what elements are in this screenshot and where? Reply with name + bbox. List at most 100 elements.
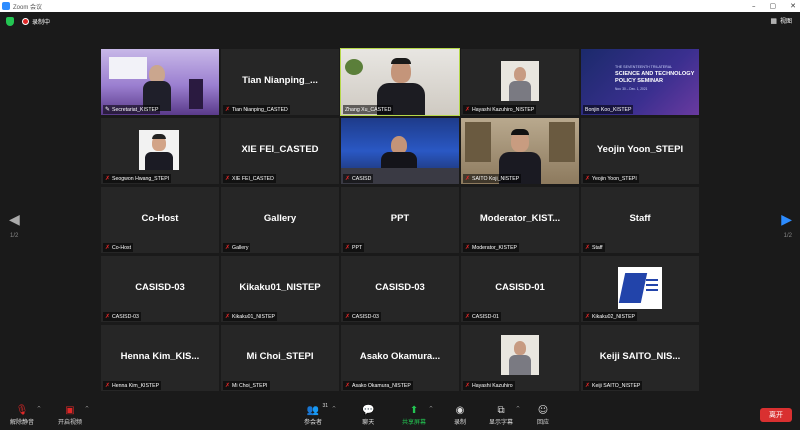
participant-tile[interactable]: ✗ Seogwon Hwang_STEPI [101, 118, 219, 184]
participant-label: ✗ Keiji SAITO_NISTEP [583, 381, 643, 390]
pin-icon: ✎ [105, 106, 111, 113]
mic-muted-icon: ✗ [585, 175, 591, 182]
participant-display-name: Kikaku01_NISTEP [239, 282, 321, 293]
participant-label: ✗ CASISD [343, 174, 374, 183]
participant-tile[interactable]: Staff ✗ Staff [581, 187, 699, 253]
participant-tile[interactable]: THE SEVENTEENTH TRILATERAL SCIENCE AND T… [581, 49, 699, 115]
record-button[interactable]: ◉ 录制 [454, 404, 466, 426]
page-indicator-right: 1/2 [783, 233, 792, 239]
gallery-grid: ✎ Secretariat_KISTEP Tian Nianping_... ✗… [101, 48, 699, 391]
participant-tile[interactable]: Moderator_KIST... ✗ Moderator_KISTEP [461, 187, 579, 253]
participant-tile[interactable]: Keiji SAITO_NIS... ✗ Keiji SAITO_NISTEP [581, 325, 699, 391]
participants-button[interactable]: 👥 31 参会者 ^ [304, 403, 336, 426]
participant-tile[interactable]: ✗ CASISD [341, 118, 459, 184]
participant-tile[interactable]: Co-Host ✗ Co-Host [101, 187, 219, 253]
participant-label: ✗ Kikaku01_NISTEP [223, 312, 277, 321]
recording-indicator[interactable]: 录制中 [22, 17, 50, 26]
unmute-button[interactable]: 🎙 解除静音 ^ [10, 404, 41, 426]
participant-name: Seogwon Hwang_STEPI [112, 175, 170, 182]
participant-label: ✗ CASISD-03 [343, 312, 381, 321]
shield-icon[interactable] [6, 16, 14, 26]
prev-page-arrow-icon[interactable]: ◀ [9, 212, 20, 228]
participant-tile[interactable]: Gallery ✗ Gallery [221, 187, 339, 253]
participant-tile[interactable]: ✗ Kikaku02_NISTEP [581, 256, 699, 322]
start-video-button[interactable]: ▣ 开启视频 ^ [58, 404, 89, 426]
chat-button[interactable]: 💬 聊天 [362, 404, 374, 426]
participant-tile[interactable]: ✗ SAITO Koji_NISTEP [461, 118, 579, 184]
participant-tile[interactable]: XIE FEI_CASTED ✗ XIE FEI_CASTED [221, 118, 339, 184]
mic-muted-icon: ✗ [345, 313, 351, 320]
participant-tile[interactable]: PPT ✗ PPT [341, 187, 459, 253]
participant-name: CASISD [352, 175, 372, 182]
participant-tile[interactable]: Yeojin Yoon_STEPI ✗ Yeojin Yoon_STEPI [581, 118, 699, 184]
participants-label: 参会者 [304, 420, 323, 426]
participant-name: Co-Host [112, 244, 132, 251]
view-label: 视图 [779, 19, 792, 25]
participant-label: ✗ Hayashi Kazuhiro [463, 381, 515, 390]
participant-label: ✗ PPT [343, 243, 365, 252]
participant-name: SAITO Koji_NISTEP [472, 175, 520, 182]
participant-label: ✗ Co-Host [103, 243, 134, 252]
participant-label: ✗ Gallery [223, 243, 251, 252]
next-page-arrow-icon[interactable]: ▶ [781, 212, 792, 228]
participant-name: CASISD-03 [112, 313, 139, 320]
mic-muted-icon: ✗ [225, 175, 231, 182]
participant-label: ✗ Tian Nianping_CASTED [223, 105, 290, 114]
slide-line-3: POLICY SEMINAR [615, 78, 664, 84]
participant-tile[interactable]: CASISD-03 ✗ CASISD-03 [341, 256, 459, 322]
bookshelf [549, 122, 575, 162]
chevron-up-icon[interactable]: ^ [332, 406, 336, 412]
participant-label: ✗ Moderator_KISTEP [463, 243, 520, 252]
participant-tile[interactable]: Asako Okamura... ✗ Asako Okamura_NISTEP [341, 325, 459, 391]
close-button[interactable]: ✕ [790, 2, 796, 10]
participant-tile[interactable]: CASISD-01 ✗ CASISD-01 [461, 256, 579, 322]
mic-muted-icon: ✗ [225, 382, 231, 389]
share-screen-button[interactable]: ⬆ 共享屏幕 ^ [402, 404, 433, 426]
participant-tile[interactable]: Mi Choi_STEPI ✗ Mi Choi_STEPI [221, 325, 339, 391]
participant-tile[interactable]: Kikaku01_NISTEP ✗ Kikaku01_NISTEP [221, 256, 339, 322]
participant-tile[interactable]: Tian Nianping_... ✗ Tian Nianping_CASTED [221, 49, 339, 115]
chevron-up-icon[interactable]: ^ [516, 406, 520, 412]
chevron-up-icon[interactable]: ^ [429, 406, 433, 412]
participant-display-name: Keiji SAITO_NIS... [599, 351, 681, 362]
participant-name: Hayashi Kazuhiro [472, 382, 513, 389]
share-screen-icon: ⬆ [409, 405, 419, 416]
participant-tile[interactable]: Henna Kim_KIS... ✗ Henna Kim_KISTEP [101, 325, 219, 391]
captions-button[interactable]: ⧉ 显示字幕 ^ [489, 404, 520, 426]
participant-label: ✗ Hayashi Kazuhiro_NISTEP [463, 105, 537, 114]
minimize-button[interactable]: – [752, 2, 756, 10]
participant-display-name: Yeojin Yoon_STEPI [596, 144, 684, 155]
participant-name: Kikaku02_NISTEP [592, 313, 635, 320]
profile-photo [501, 335, 539, 375]
participant-tile[interactable]: ✗ Hayashi Kazuhiro_NISTEP [461, 49, 579, 115]
participant-label: ✗ Asako Okamura_NISTEP [343, 381, 413, 390]
speaker-hair [511, 129, 529, 135]
participant-name: Hayashi Kazuhiro_NISTEP [472, 106, 535, 113]
photo-hair [152, 134, 166, 139]
participant-display-name: Moderator_KIST... [479, 213, 561, 224]
participant-label: ✗ Seogwon Hwang_STEPI [103, 174, 172, 183]
mic-muted-icon: ✗ [465, 106, 471, 113]
participant-label: ✗ XIE FEI_CASTED [223, 174, 276, 183]
captions-label: 显示字幕 [489, 420, 514, 426]
zoom-app-icon [2, 2, 10, 10]
mic-muted-icon: ✗ [105, 175, 111, 182]
participant-name: Bonjin Koo_KISTEP [585, 106, 632, 113]
participant-tile[interactable]: ✎ Secretariat_KISTEP [101, 49, 219, 115]
view-button[interactable]: ▦ 视图 [770, 16, 792, 26]
reactions-button[interactable]: ☺ 回应 [537, 404, 549, 426]
participant-display-name: Staff [629, 213, 651, 224]
leave-button[interactable]: 离开 [760, 408, 792, 422]
participant-display-name: PPT [390, 213, 410, 224]
logo-text-line [646, 289, 658, 291]
chevron-up-icon[interactable]: ^ [37, 406, 41, 412]
participant-tile[interactable]: ✗ Hayashi Kazuhiro [461, 325, 579, 391]
active-speaker-tile[interactable]: Zhang Xu_CASTED [340, 48, 460, 116]
maximize-button[interactable]: ▢ [770, 2, 777, 10]
podium [189, 79, 203, 109]
page-indicator-left: 1/2 [10, 233, 19, 239]
chevron-up-icon[interactable]: ^ [85, 406, 89, 412]
window-titlebar: Zoom 会议 – ▢ ✕ [0, 0, 800, 12]
mic-muted-icon: ✗ [345, 244, 351, 251]
participant-tile[interactable]: CASISD-03 ✗ CASISD-03 [101, 256, 219, 322]
